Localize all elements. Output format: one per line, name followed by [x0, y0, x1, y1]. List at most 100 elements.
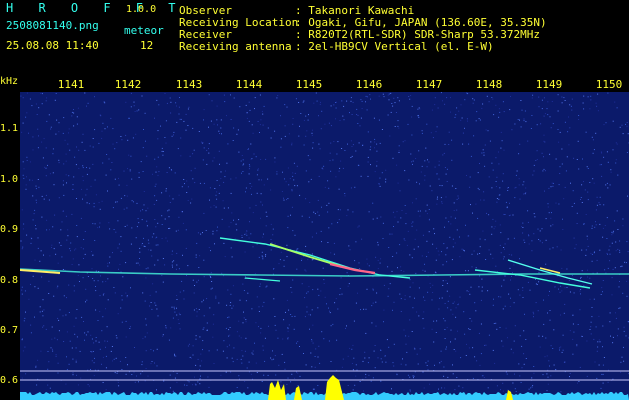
- noise-pixel: [403, 270, 405, 272]
- meteor-trace: [244, 277, 281, 282]
- noise-pixel: [392, 309, 393, 311]
- noise-pixel: [143, 129, 144, 130]
- noise-pixel: [165, 237, 167, 239]
- noise-pixel: [405, 343, 407, 345]
- noise-pixel: [347, 385, 349, 386]
- noise-pixel: [421, 255, 423, 257]
- noise-pixel: [231, 357, 233, 359]
- noise-pixel: [591, 307, 593, 308]
- noise-pixel: [600, 387, 602, 389]
- noise-pixel: [519, 375, 521, 377]
- noise-pixel: [496, 198, 498, 199]
- noise-pixel: [417, 210, 419, 212]
- noise-pixel: [272, 350, 273, 352]
- noise-pixel: [216, 198, 218, 200]
- noise-pixel: [442, 154, 444, 156]
- noise-pixel: [236, 387, 238, 388]
- noise-pixel: [135, 237, 137, 239]
- noise-pixel: [513, 237, 515, 239]
- noise-pixel: [465, 355, 467, 356]
- noise-pixel: [143, 204, 145, 206]
- noise-pixel: [383, 321, 384, 323]
- noise-pixel: [252, 212, 254, 214]
- noise-pixel: [480, 199, 482, 201]
- noise-pixel: [426, 123, 428, 125]
- noise-pixel: [292, 230, 294, 232]
- noise-pixel: [482, 230, 484, 232]
- noise-pixel: [112, 143, 114, 145]
- noise-pixel: [43, 309, 45, 311]
- noise-pixel: [318, 143, 320, 145]
- noise-pixel: [265, 255, 266, 257]
- noise-pixel: [320, 230, 322, 232]
- noise-pixel: [541, 152, 543, 154]
- noise-pixel: [393, 301, 395, 303]
- noise-pixel: [227, 317, 229, 319]
- noise-pixel: [609, 321, 611, 323]
- noise-pixel: [248, 371, 250, 373]
- noise-pixel: [508, 293, 510, 295]
- noise-pixel: [37, 359, 39, 361]
- noise-pixel: [428, 219, 430, 221]
- noise-pixel: [550, 127, 552, 129]
- noise-pixel: [22, 161, 24, 163]
- noise-pixel: [260, 119, 262, 121]
- noise-pixel: [620, 266, 622, 268]
- noise-pixel: [262, 258, 264, 260]
- noise-pixel: [432, 137, 434, 139]
- noise-pixel: [533, 366, 535, 367]
- noise-pixel: [398, 145, 400, 147]
- noise-pixel: [175, 268, 177, 270]
- noise-pixel: [426, 240, 428, 242]
- noise-pixel: [450, 97, 451, 99]
- noise-pixel: [146, 220, 148, 222]
- noise-pixel: [493, 228, 495, 230]
- y-tick-label: 0.7: [0, 325, 19, 336]
- noise-pixel: [418, 150, 420, 152]
- noise-pixel: [303, 353, 304, 354]
- noise-pixel: [224, 101, 226, 103]
- noise-pixel: [374, 147, 375, 149]
- noise-pixel: [349, 249, 351, 251]
- noise-pixel: [433, 228, 435, 230]
- noise-pixel: [404, 140, 406, 142]
- noise-pixel: [102, 281, 104, 283]
- noise-pixel: [241, 234, 243, 236]
- noise-pixel: [528, 388, 530, 390]
- noise-pixel: [105, 355, 107, 357]
- noise-pixel: [429, 383, 431, 385]
- noise-pixel: [145, 140, 146, 142]
- noise-pixel: [544, 356, 546, 358]
- noise-pixel: [66, 182, 67, 184]
- noise-pixel: [270, 189, 272, 191]
- noise-pixel: [454, 242, 456, 244]
- noise-pixel: [377, 241, 379, 243]
- noise-pixel: [559, 349, 560, 351]
- noise-pixel: [291, 316, 293, 317]
- noise-pixel: [213, 205, 215, 207]
- noise-pixel: [266, 285, 268, 287]
- noise-pixel: [268, 325, 269, 327]
- noise-pixel: [581, 202, 583, 203]
- noise-pixel: [416, 353, 418, 355]
- noise-pixel: [417, 363, 419, 365]
- noise-pixel: [330, 142, 332, 144]
- noise-pixel: [143, 237, 144, 239]
- noise-pixel: [125, 357, 127, 358]
- noise-pixel: [464, 127, 465, 129]
- noise-pixel: [151, 308, 153, 310]
- noise-pixel: [409, 279, 411, 281]
- noise-pixel: [199, 365, 201, 367]
- noise-pixel: [164, 93, 166, 94]
- noise-pixel: [366, 288, 368, 290]
- noise-pixel: [397, 120, 399, 122]
- noise-pixel: [380, 258, 382, 260]
- noise-pixel: [41, 93, 43, 95]
- noise-pixel: [376, 165, 378, 167]
- noise-pixel: [616, 107, 618, 109]
- noise-pixel: [444, 103, 446, 105]
- noise-pixel: [299, 194, 301, 196]
- noise-pixel: [150, 363, 152, 365]
- noise-pixel: [312, 289, 314, 291]
- noise-pixel: [84, 339, 85, 341]
